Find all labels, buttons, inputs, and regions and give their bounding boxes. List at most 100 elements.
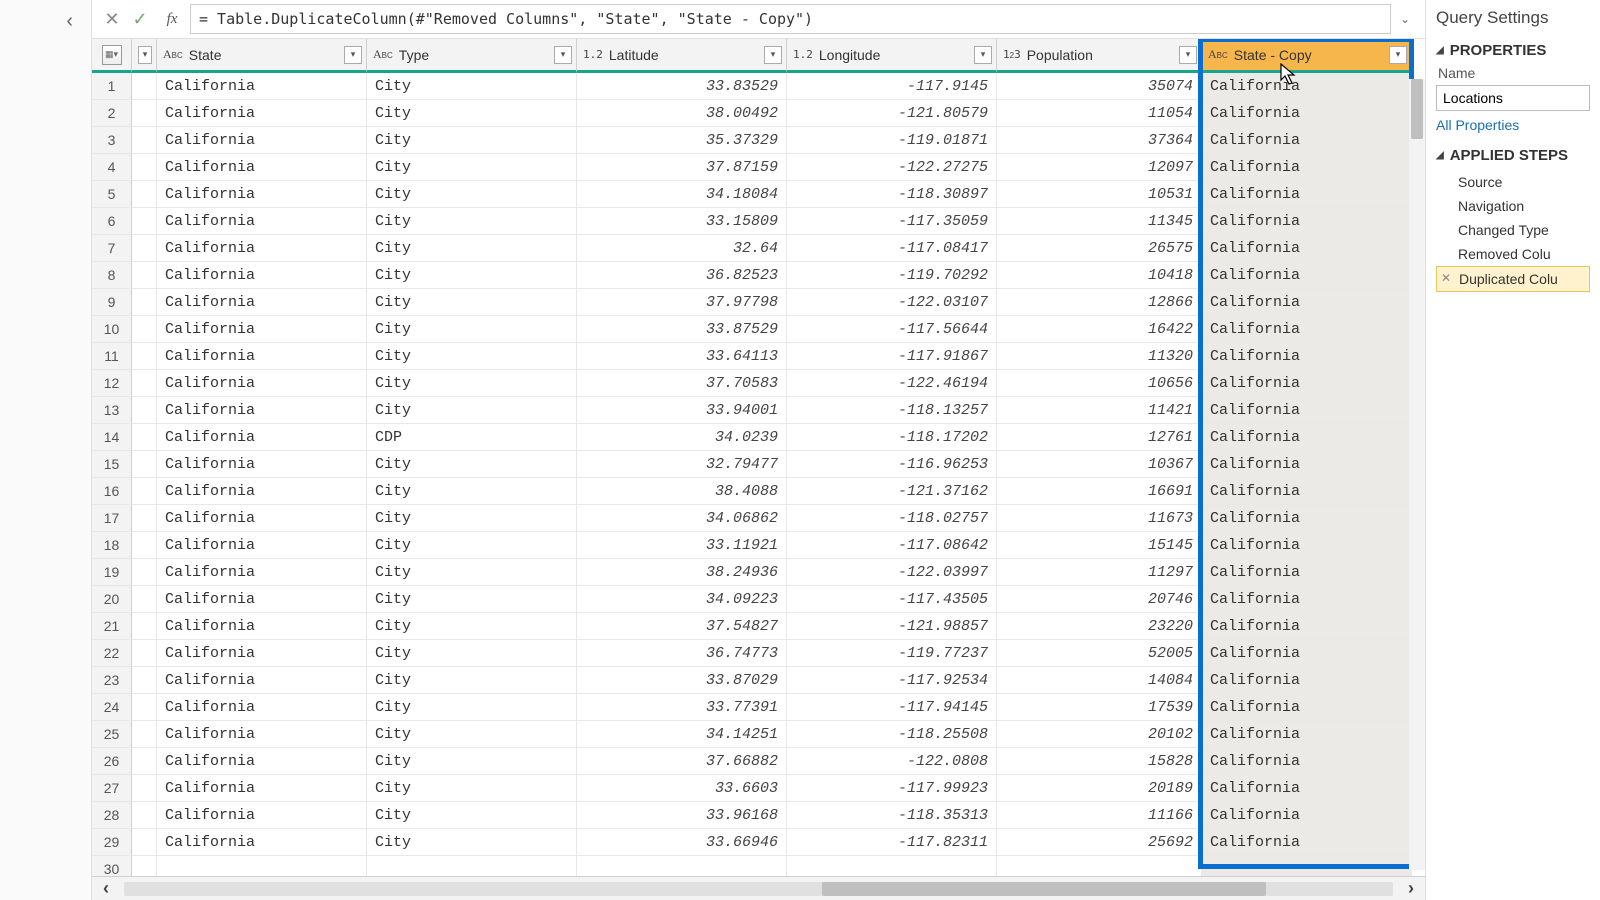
cell-state[interactable]: California [157,694,367,721]
cell-latitude[interactable]: 37.97798 [577,289,787,316]
cell-state-copy[interactable]: California [1202,154,1412,181]
cell-longitude[interactable]: -116.96253 [787,451,997,478]
cell-state-copy[interactable]: California [1202,640,1412,667]
cell-type[interactable]: City [367,370,577,397]
row-number[interactable]: 24 [92,694,132,721]
cell-type[interactable]: City [367,694,577,721]
cell-type[interactable]: City [367,829,577,856]
cell-population[interactable]: 16691 [997,478,1202,505]
fx-icon[interactable]: fx [160,11,184,28]
row-number[interactable]: 10 [92,316,132,343]
cell-state-copy[interactable]: California [1202,694,1412,721]
query-name-input[interactable] [1436,85,1590,111]
cell-state[interactable]: California [157,721,367,748]
row-number[interactable]: 7 [92,235,132,262]
cell-state-copy[interactable]: California [1202,235,1412,262]
cell-longitude[interactable]: -118.30897 [787,181,997,208]
cancel-formula-button[interactable]: ✕ [98,5,126,33]
cell-type[interactable]: City [367,613,577,640]
cell-population[interactable]: 11673 [997,505,1202,532]
cell-state[interactable]: California [157,343,367,370]
cell-state-copy[interactable]: California [1202,829,1412,856]
cell-latitude[interactable]: 37.70583 [577,370,787,397]
horizontal-scrollbar[interactable]: ‹ › [92,876,1425,900]
table-options-button[interactable]: ▦▾ [92,39,132,73]
cell-latitude[interactable]: 38.24936 [577,559,787,586]
cell-latitude[interactable]: 33.94001 [577,397,787,424]
row-number[interactable]: 17 [92,505,132,532]
cell-population[interactable]: 23220 [997,613,1202,640]
cell-latitude[interactable]: 35.37329 [577,127,787,154]
cell-longitude[interactable]: -117.56644 [787,316,997,343]
cell-state-copy[interactable]: California [1202,100,1412,127]
row-number[interactable]: 15 [92,451,132,478]
column-header-population[interactable]: 123Population▾ [997,39,1202,73]
properties-heading[interactable]: PROPERTIES [1436,42,1590,59]
column-filter-icon[interactable]: ▾ [554,46,572,64]
cell-state[interactable]: California [157,127,367,154]
cell-type[interactable]: City [367,316,577,343]
cell-state[interactable]: California [157,73,367,100]
cell-longitude[interactable]: -117.99923 [787,775,997,802]
cell-state-copy[interactable]: California [1202,478,1412,505]
row-number[interactable]: 6 [92,208,132,235]
row-number[interactable]: 4 [92,154,132,181]
cell-latitude[interactable]: 34.0239 [577,424,787,451]
cell-state-copy[interactable]: California [1202,73,1412,100]
cell-population[interactable]: 20746 [997,586,1202,613]
scroll-right-icon[interactable]: › [1397,878,1425,899]
cell-state-copy[interactable]: California [1202,370,1412,397]
applied-step[interactable]: Source [1436,170,1590,194]
cell-state-copy[interactable]: California [1202,532,1412,559]
cell-population[interactable]: 12761 [997,424,1202,451]
column-header-state[interactable]: ABCState▾ [157,39,367,73]
cell-latitude[interactable]: 33.83529 [577,73,787,100]
cell-longitude[interactable]: -117.94145 [787,694,997,721]
cell-population[interactable]: 10418 [997,262,1202,289]
cell-population[interactable]: 37364 [997,127,1202,154]
row-number[interactable]: 8 [92,262,132,289]
cell-population[interactable]: 11166 [997,802,1202,829]
cell-state-copy[interactable]: California [1202,505,1412,532]
cell-longitude[interactable]: -118.13257 [787,397,997,424]
cell-latitude[interactable]: 33.15809 [577,208,787,235]
cell-state-copy[interactable]: California [1202,127,1412,154]
applied-step[interactable]: Duplicated Colu [1436,266,1590,292]
cell-state-copy[interactable]: California [1202,802,1412,829]
cell-state-copy[interactable]: California [1202,424,1412,451]
cell-state[interactable]: California [157,559,367,586]
cell-state[interactable]: California [157,478,367,505]
cell-latitude[interactable]: 33.87029 [577,667,787,694]
cell-type[interactable]: City [367,640,577,667]
cell-population[interactable]: 11421 [997,397,1202,424]
cell-population[interactable]: 10367 [997,451,1202,478]
cell-state[interactable]: California [157,289,367,316]
cell-latitude[interactable]: 33.6603 [577,775,787,802]
cell-latitude[interactable]: 37.66882 [577,748,787,775]
cell-population[interactable]: 11297 [997,559,1202,586]
cell-state[interactable]: California [157,667,367,694]
cell-population[interactable]: 25692 [997,829,1202,856]
cell-population[interactable]: 14084 [997,667,1202,694]
cell-type[interactable]: City [367,559,577,586]
row-number[interactable]: 25 [92,721,132,748]
expand-queries-icon[interactable]: ‹ [66,10,73,33]
cell-longitude[interactable]: -117.43505 [787,586,997,613]
cell-type[interactable]: CDP [367,424,577,451]
scroll-left-icon[interactable]: ‹ [92,878,120,899]
cell-latitude[interactable]: 33.87529 [577,316,787,343]
expand-formula-icon[interactable]: ⌄ [1391,12,1419,26]
cell-type[interactable]: City [367,208,577,235]
cell-population[interactable]: 12866 [997,289,1202,316]
cell-population[interactable]: 11054 [997,100,1202,127]
cell-type[interactable]: City [367,127,577,154]
cell-state[interactable]: California [157,613,367,640]
cell-longitude[interactable]: -117.08642 [787,532,997,559]
cell-population[interactable]: 10531 [997,181,1202,208]
cell-latitude[interactable]: 38.4088 [577,478,787,505]
cell-population[interactable]: 52005 [997,640,1202,667]
cell-type[interactable]: City [367,667,577,694]
cell-state-copy[interactable]: California [1202,613,1412,640]
cell-latitude[interactable]: 38.00492 [577,100,787,127]
cell-latitude[interactable]: 32.79477 [577,451,787,478]
